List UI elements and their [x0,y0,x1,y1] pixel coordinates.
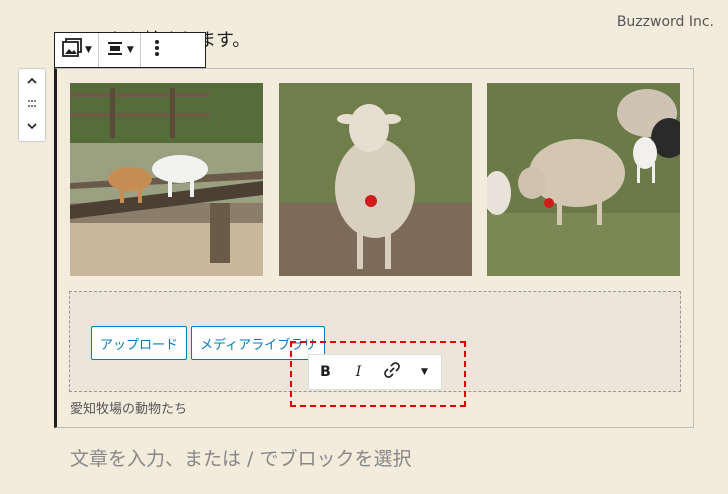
align-button[interactable]: ▼ [99,33,141,67]
caret-down-icon: ▼ [85,45,92,55]
more-options-button[interactable] [141,33,173,67]
caret-down-icon: ▼ [126,45,134,55]
block-type-switcher[interactable]: ▼ [55,33,99,67]
gallery-image-goats[interactable] [70,83,263,276]
align-icon [105,38,125,62]
gallery-image-sheep[interactable] [279,83,472,276]
more-options-icon [147,38,167,62]
gallery-icon [61,37,83,63]
chevron-up-icon[interactable] [25,73,39,92]
upload-button[interactable]: アップロード [91,326,188,360]
watermark: Buzzword Inc. [616,14,714,30]
chevron-down-icon[interactable] [25,118,39,137]
block-mover [18,68,46,142]
highlight-frame [290,341,466,407]
gallery-image-grazing[interactable] [487,83,680,276]
block-toolbar: ▼ ▼ [54,32,206,68]
block-appender[interactable]: 文章を入力、または / でブロックを選択 [70,444,411,471]
gallery-caption[interactable]: 愛知牧場の動物たち [70,398,187,417]
drag-handle-icon[interactable] [25,96,39,115]
